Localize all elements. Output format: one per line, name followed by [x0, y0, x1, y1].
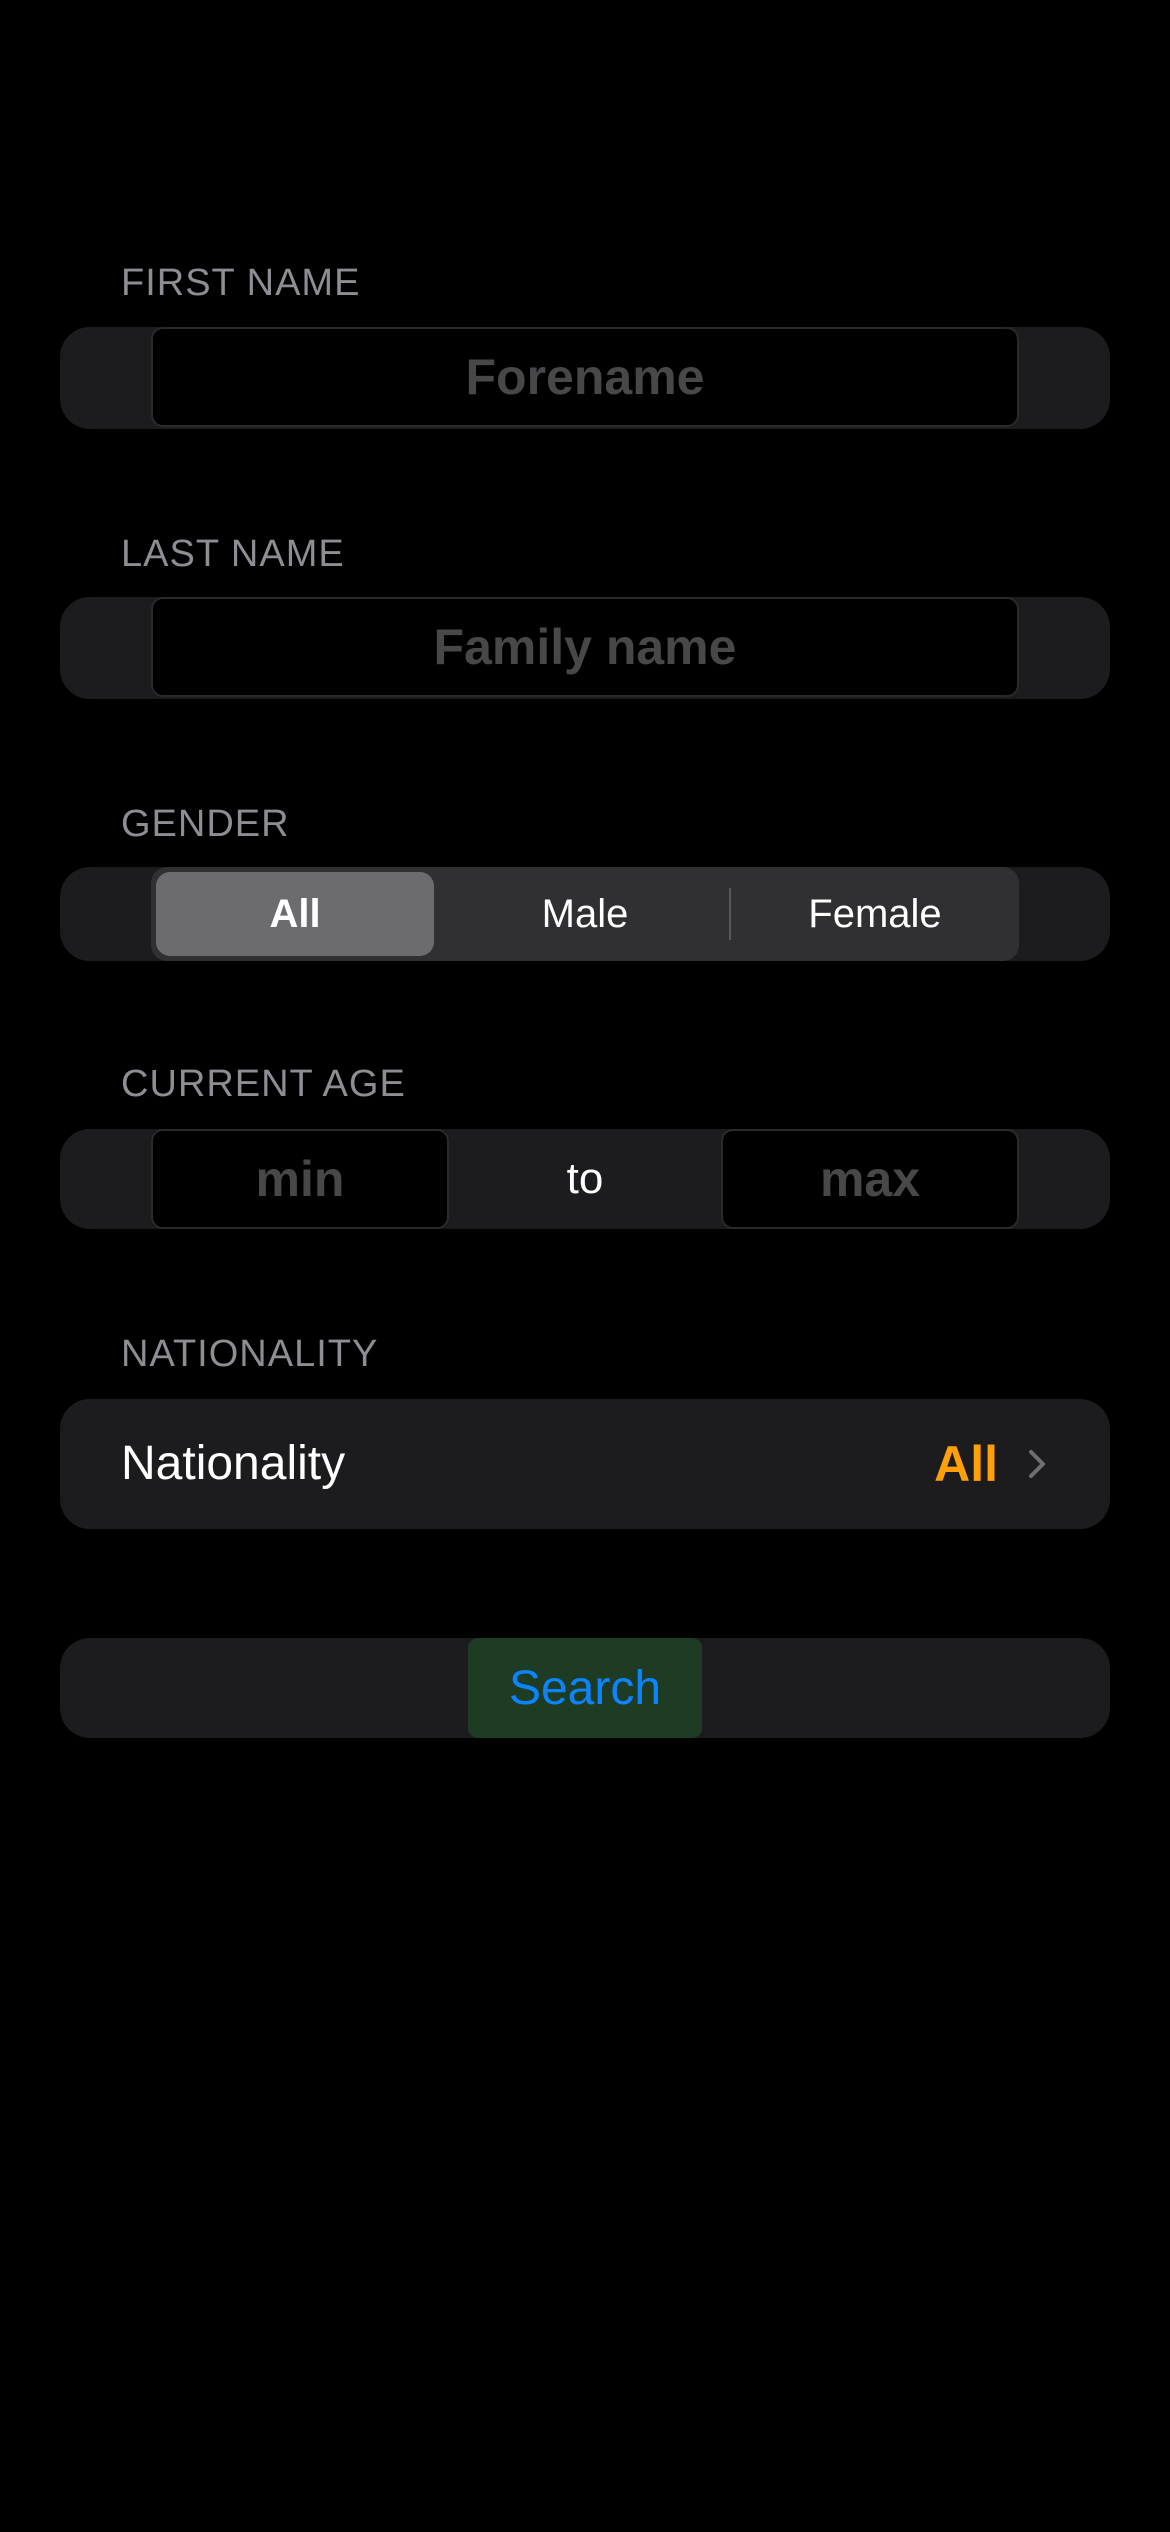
search-button[interactable]: Search	[468, 1638, 702, 1738]
search-row: Search	[60, 1638, 1110, 1738]
nationality-section-label: NATIONALITY	[121, 1333, 379, 1375]
age-max-input[interactable]	[721, 1129, 1019, 1229]
first-name-section-label: FIRST NAME	[121, 262, 361, 304]
nationality-value: All	[934, 1436, 998, 1492]
last-name-section-label: LAST NAME	[121, 533, 345, 575]
nationality-row[interactable]: Nationality All	[60, 1399, 1110, 1529]
gender-option-female[interactable]: Female	[736, 872, 1014, 956]
age-min-input[interactable]	[151, 1129, 449, 1229]
current-age-row: to	[60, 1129, 1110, 1229]
nationality-row-label: Nationality	[121, 1437, 346, 1490]
gender-option-male[interactable]: Male	[446, 872, 724, 956]
gender-section-label: GENDER	[121, 803, 290, 845]
gender-segmented-control: All Male Female	[151, 867, 1019, 961]
gender-option-all[interactable]: All	[156, 872, 434, 956]
current-age-section-label: CURRENT AGE	[121, 1063, 406, 1105]
segment-spacer	[439, 888, 441, 940]
first-name-input[interactable]	[151, 327, 1019, 427]
first-name-row	[60, 327, 1110, 429]
age-range-separator: to	[566, 1154, 604, 1203]
chevron-right-icon	[1029, 1450, 1045, 1478]
last-name-input[interactable]	[151, 597, 1019, 697]
last-name-row	[60, 597, 1110, 699]
segment-divider	[729, 888, 731, 940]
gender-row: All Male Female	[60, 867, 1110, 961]
search-form-screen: { "first_name": { "section_label": "FIRS…	[0, 0, 1170, 2532]
